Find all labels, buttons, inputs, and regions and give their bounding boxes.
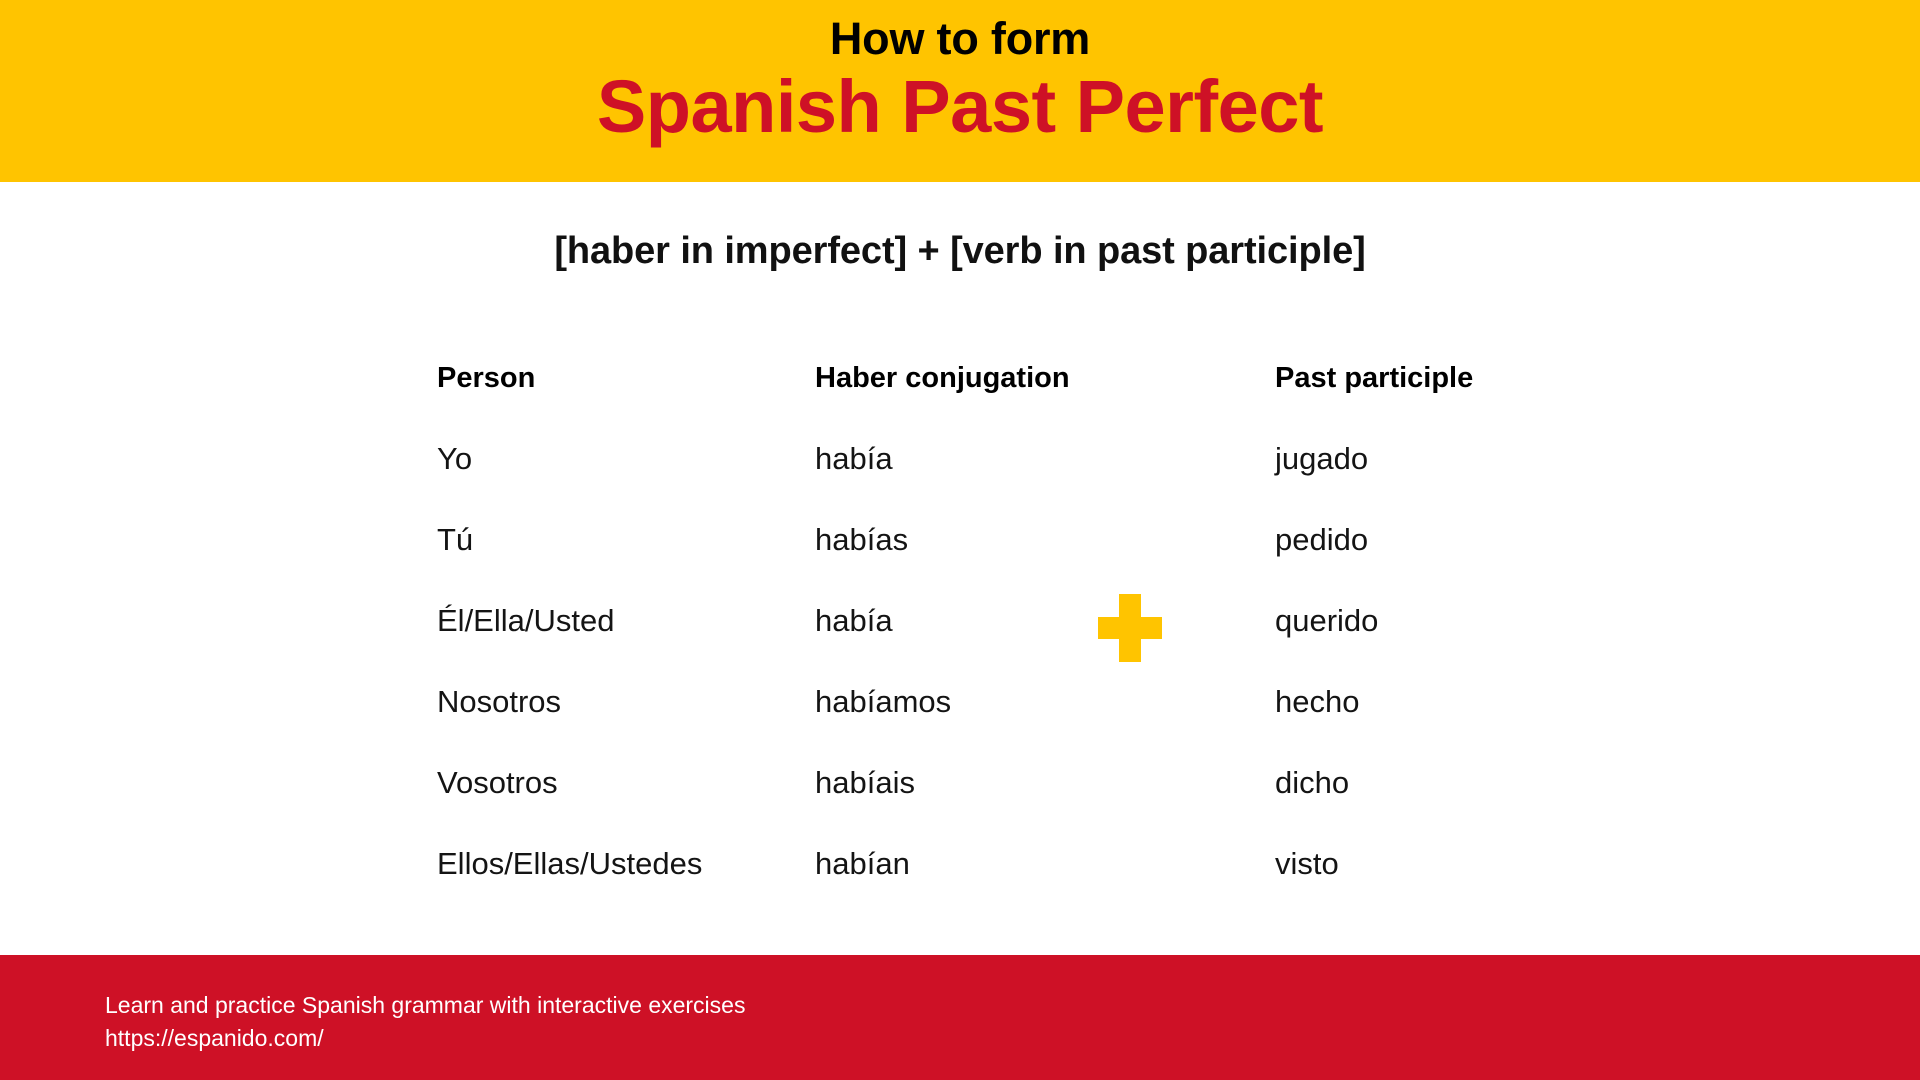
page-title: Spanish Past Perfect (596, 65, 1324, 149)
column-header-person: Person (437, 361, 536, 394)
cell-participle: pedido (1275, 522, 1369, 558)
cell-haber: habían (815, 846, 910, 882)
cell-person: Yo (437, 441, 473, 477)
main-content: [haber in imperfect] + [verb in past par… (0, 182, 1920, 955)
column-header-participle: Past participle (1275, 361, 1474, 394)
cell-haber: había (815, 603, 893, 639)
table-row: Él/Ella/Usted había querido (437, 581, 1517, 662)
plus-icon-vertical-bar (1119, 594, 1141, 662)
cell-person: Tú (437, 522, 474, 558)
column-header-haber: Haber conjugation (815, 361, 1070, 394)
cell-haber: habíais (815, 765, 915, 801)
header-banner: How to form Spanish Past Perfect (0, 0, 1920, 182)
cell-participle: hecho (1275, 684, 1360, 720)
cell-person: Vosotros (437, 765, 558, 801)
plus-icon (1098, 594, 1162, 662)
cell-participle: querido (1275, 603, 1379, 639)
conjugation-table: Person Haber conjugation Past participle… (437, 337, 1517, 905)
cell-person: Nosotros (437, 684, 562, 720)
footer-text: Learn and practice Spanish grammar with … (105, 989, 745, 1054)
table-header-row: Person Haber conjugation Past participle (437, 337, 1517, 419)
header-kicker: How to form (829, 13, 1091, 64)
table-row: Ellos/Ellas/Ustedes habían visto (437, 824, 1517, 905)
table-row: Vosotros habíais dicho (437, 743, 1517, 824)
cell-haber: había (815, 441, 893, 477)
cell-participle: jugado (1275, 441, 1369, 477)
cell-person: Ellos/Ellas/Ustedes (437, 846, 703, 882)
cell-haber: habíamos (815, 684, 952, 720)
cell-participle: visto (1275, 846, 1339, 882)
cell-haber: habías (815, 522, 909, 558)
footer-tagline: Learn and practice Spanish grammar with … (105, 992, 746, 1018)
table-row: Yo había jugado (437, 419, 1517, 500)
cell-person: Él/Ella/Usted (437, 603, 615, 639)
table-row: Nosotros habíamos hecho (437, 662, 1517, 743)
formula-text: [haber in imperfect] + [verb in past par… (554, 230, 1366, 272)
footer-url[interactable]: https://espanido.com/ (105, 1022, 745, 1055)
footer-banner: Learn and practice Spanish grammar with … (0, 955, 1920, 1080)
table-row: Tú habías pedido (437, 500, 1517, 581)
cell-participle: dicho (1275, 765, 1350, 801)
